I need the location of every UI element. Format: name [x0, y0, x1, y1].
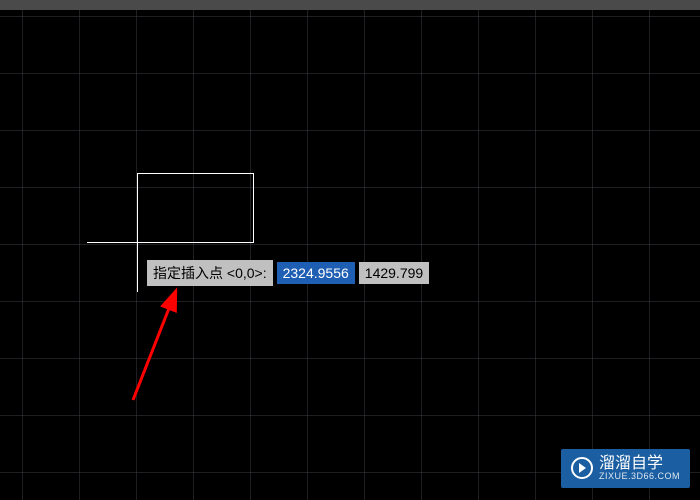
grid-line [0, 301, 700, 302]
grid-line [535, 10, 536, 500]
rectangle-object[interactable] [137, 173, 254, 243]
grid-line [193, 10, 194, 500]
watermark-title: 溜溜自学 [599, 455, 680, 473]
grid-line [0, 244, 700, 245]
grid-line [0, 73, 700, 74]
play-icon [571, 457, 593, 479]
drawing-canvas[interactable]: 指定插入点 <0,0>: 2324.9556 1429.799 [0, 10, 700, 500]
grid-line [478, 10, 479, 500]
grid-line [0, 130, 700, 131]
grid-line [22, 10, 23, 500]
grid-line [0, 358, 700, 359]
watermark-badge: 溜溜自学 ZIXUE.3D66.COM [561, 449, 690, 488]
dynamic-input-group: 指定插入点 <0,0>: 2324.9556 1429.799 [147, 260, 429, 286]
command-prompt-label: 指定插入点 <0,0>: [147, 260, 273, 286]
grid-line [0, 187, 700, 188]
title-bar [0, 0, 700, 10]
grid-line [364, 10, 365, 500]
annotation-arrow-icon [125, 285, 185, 405]
crosshair-vertical [137, 242, 138, 292]
grid-line [421, 10, 422, 500]
grid-line [250, 10, 251, 500]
grid-line [79, 10, 80, 500]
grid-line [0, 415, 700, 416]
grid-line [0, 16, 700, 17]
grid-line [307, 10, 308, 500]
grid-line [592, 10, 593, 500]
watermark-subtitle: ZIXUE.3D66.COM [599, 472, 680, 482]
crosshair-horizontal [87, 242, 137, 243]
x-coordinate-input[interactable]: 2324.9556 [277, 262, 355, 284]
y-coordinate-input[interactable]: 1429.799 [359, 262, 429, 284]
grid-line [649, 10, 650, 500]
